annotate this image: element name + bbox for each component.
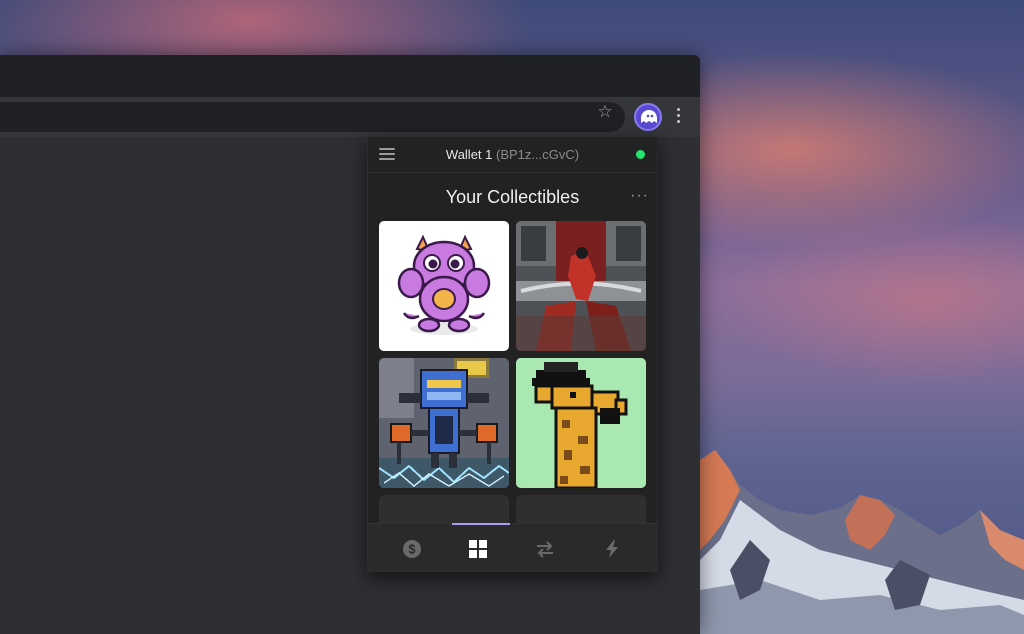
bookmark-star-icon[interactable]: ☆ bbox=[596, 103, 614, 121]
pixel-robot-image bbox=[379, 358, 509, 488]
collectible-tile-pixel-giraffe[interactable] bbox=[516, 358, 646, 488]
wallet-address: (BP1z...cGvC) bbox=[496, 147, 580, 162]
nav-tab-collectibles[interactable] bbox=[445, 523, 511, 571]
active-tab-indicator bbox=[452, 523, 510, 525]
grid-icon bbox=[469, 540, 487, 558]
nav-tab-activity[interactable] bbox=[579, 524, 645, 571]
dollar-icon: $ bbox=[403, 540, 421, 558]
bottom-navigation: $ bbox=[368, 523, 657, 571]
more-options-icon[interactable]: ··· bbox=[630, 188, 648, 207]
ghost-icon bbox=[641, 110, 657, 123]
browser-menu-icon[interactable] bbox=[670, 105, 686, 129]
connection-status-dot bbox=[636, 150, 645, 159]
wallet-name: Wallet 1 bbox=[445, 147, 493, 162]
wallet-popup: Wallet 1 (BP1z...cGvC) Your Collectibles… bbox=[367, 136, 658, 572]
red-warrior-image bbox=[516, 221, 646, 351]
collectible-tile-purple-monster[interactable] bbox=[379, 221, 509, 351]
phantom-extension-icon[interactable] bbox=[634, 103, 662, 131]
popup-header: Wallet 1 (BP1z...cGvC) bbox=[368, 137, 657, 173]
pixel-giraffe-image bbox=[516, 358, 646, 488]
collectible-tile-red-warrior[interactable] bbox=[516, 221, 646, 351]
nav-tab-swap[interactable] bbox=[512, 524, 578, 571]
address-bar[interactable] bbox=[0, 102, 625, 132]
purple-monster-image bbox=[397, 234, 491, 335]
section-title: Your Collectibles bbox=[445, 187, 580, 207]
swap-icon bbox=[537, 541, 553, 558]
collectible-tile-pixel-robot[interactable] bbox=[379, 358, 509, 488]
browser-toolbar: ☆ bbox=[0, 97, 700, 137]
tab-strip bbox=[0, 55, 700, 97]
wallet-selector[interactable]: Wallet 1 (BP1z...cGvC) bbox=[368, 147, 657, 162]
mountain-landscape bbox=[700, 450, 1024, 634]
svg-text:$: $ bbox=[408, 542, 416, 557]
nav-tab-tokens[interactable]: $ bbox=[379, 524, 445, 571]
lightning-icon bbox=[606, 540, 618, 558]
